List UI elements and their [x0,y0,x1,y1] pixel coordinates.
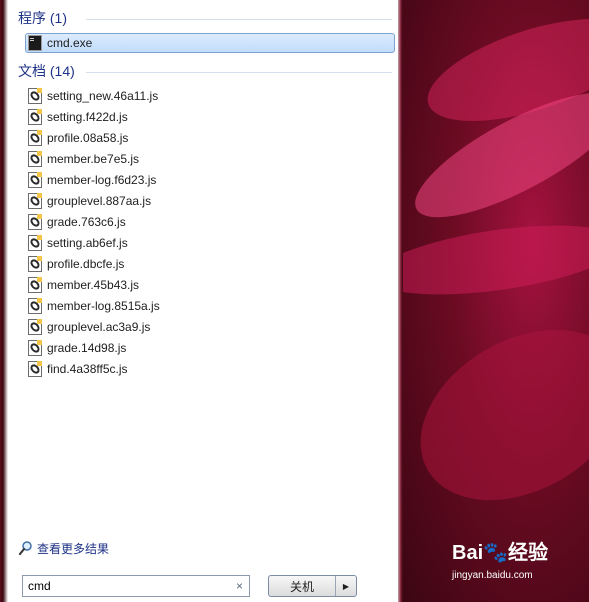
petal-shape [403,212,589,308]
js-file-icon [28,235,42,251]
watermark-url: jingyan.baidu.com [452,570,533,581]
search-input[interactable] [28,579,218,593]
document-item[interactable]: setting_new.46a11.js [28,86,158,106]
shutdown-button[interactable]: 关机 [269,576,336,596]
js-file-icon [28,256,42,272]
documents-header-label: 文档 (14) [18,63,75,79]
petal-shape [403,295,589,535]
baidu-jingyan-logo: Bai🐾经验 [452,542,549,564]
clear-search-icon[interactable]: × [236,579,243,593]
document-item[interactable]: member.45b43.js [28,275,139,295]
programs-divider [86,19,392,20]
program-item-label: cmd.exe [47,36,93,50]
see-more-results-link[interactable]: 查看更多结果 [18,539,109,557]
shutdown-label: 关机 [289,579,314,594]
search-results-panel: 程序 (1) cmd.exe 文档 (14) setting_new.46a11… [8,0,398,602]
js-file-icon [28,277,42,293]
js-file-icon [28,361,42,377]
document-item[interactable]: member-log.f6d23.js [28,170,156,190]
document-item-label: member-log.8515a.js [47,299,160,313]
document-item[interactable]: member.be7e5.js [28,149,139,169]
desktop-wallpaper [403,0,589,602]
cmd-icon [28,35,42,51]
document-item-label: profile.dbcfe.js [47,257,125,271]
js-file-icon [28,109,42,125]
document-item-label: setting.f422d.js [47,110,128,124]
document-item-label: grouplevel.887aa.js [47,194,152,208]
search-box[interactable]: × [22,575,250,597]
document-item-label: member.be7e5.js [47,152,140,166]
document-item-label: member-log.f6d23.js [47,173,157,187]
document-item[interactable]: grouplevel.ac3a9.js [28,317,150,337]
shutdown-button-group: 关机 ▶ [268,575,357,597]
js-file-icon [28,88,42,104]
document-item[interactable]: member-log.8515a.js [28,296,160,316]
js-file-icon [28,151,42,167]
js-file-icon [28,214,42,230]
documents-header[interactable]: 文档 (14) [18,62,75,80]
js-file-icon [28,319,42,335]
magnifier-icon [18,541,32,556]
js-file-icon [28,298,42,314]
see-more-results-label: 查看更多结果 [37,541,110,556]
program-item-cmd[interactable]: cmd.exe [28,33,92,53]
shutdown-options-button[interactable]: ▶ [336,576,356,596]
document-item[interactable]: setting.f422d.js [28,107,128,127]
document-item-label: grade.763c6.js [47,215,126,229]
documents-divider [86,72,392,73]
js-file-icon [28,340,42,356]
js-file-icon [28,172,42,188]
document-item-label: setting.ab6ef.js [47,236,128,250]
document-item[interactable]: grouplevel.887aa.js [28,191,151,211]
document-item-label: grade.14d98.js [47,341,127,355]
document-item[interactable]: grade.763c6.js [28,212,126,232]
programs-header-label: 程序 (1) [18,10,67,26]
document-item[interactable]: profile.dbcfe.js [28,254,124,274]
document-item-label: profile.08a58.js [47,131,129,145]
document-item[interactable]: grade.14d98.js [28,338,126,358]
document-item[interactable]: profile.08a58.js [28,128,128,148]
document-item-label: member.45b43.js [47,278,140,292]
triangle-right-icon: ▶ [342,581,350,591]
document-item[interactable]: setting.ab6ef.js [28,233,128,253]
js-file-icon [28,130,42,146]
programs-header[interactable]: 程序 (1) [18,9,67,27]
document-item-label: grouplevel.ac3a9.js [47,320,151,334]
document-item-label: setting_new.46a11.js [47,89,159,103]
js-file-icon [28,193,42,209]
document-item[interactable]: find.4a38ff5c.js [28,359,128,379]
document-item-label: find.4a38ff5c.js [47,362,128,376]
